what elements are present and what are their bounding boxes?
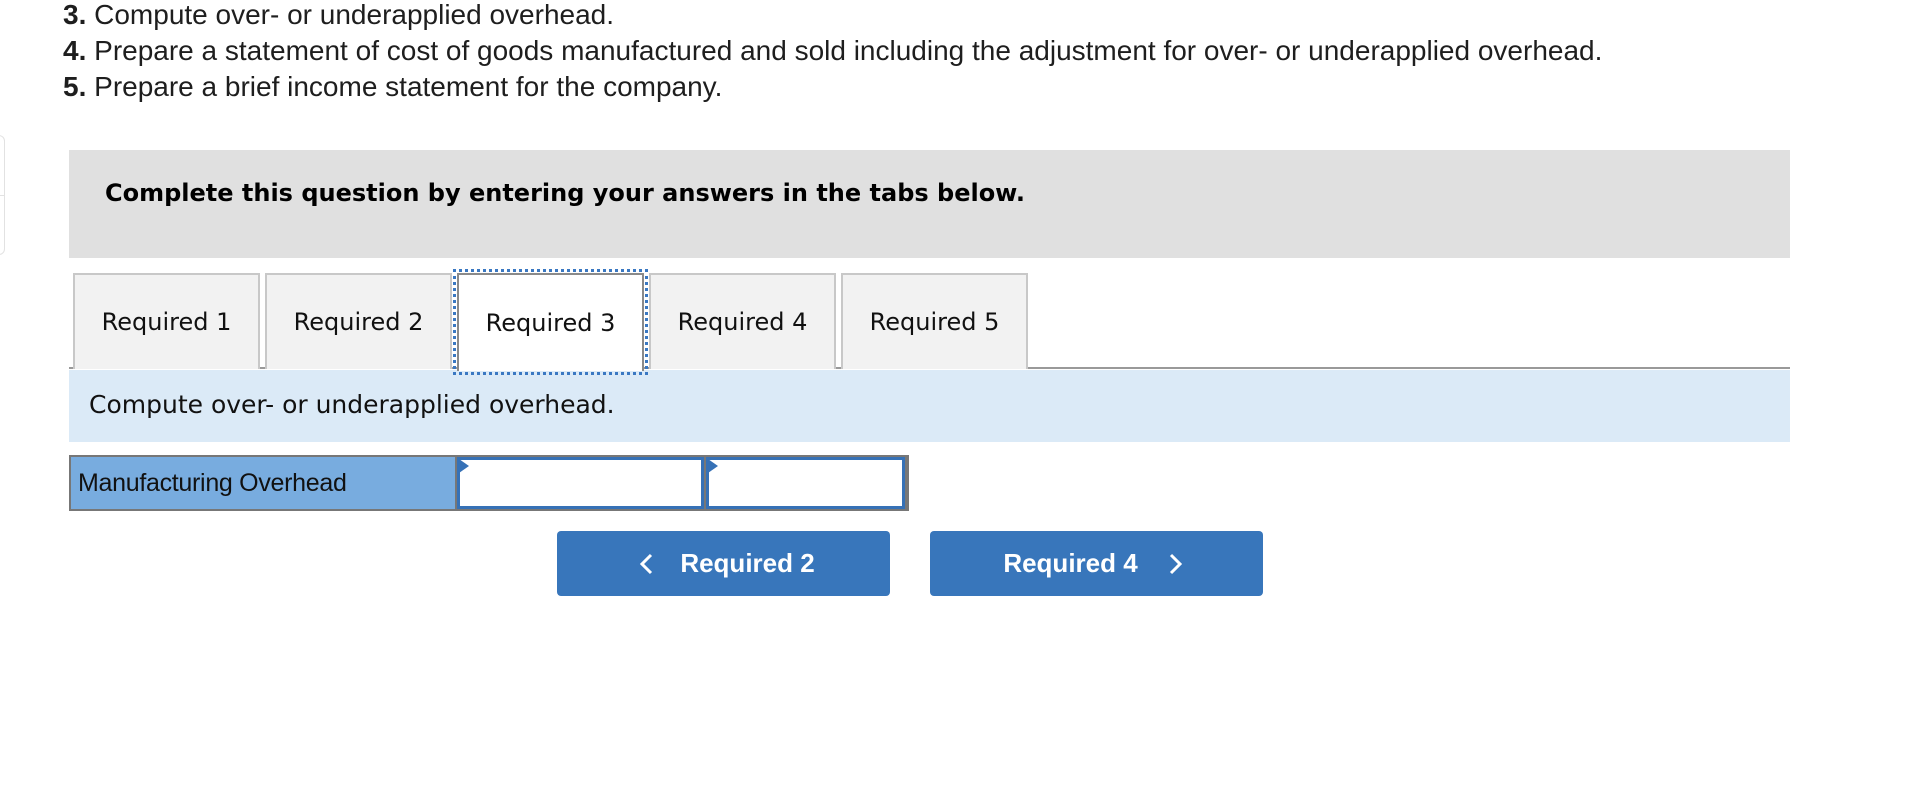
instruction-banner: Complete this question by entering your … (69, 150, 1790, 258)
answer-cell-1[interactable] (457, 457, 704, 509)
chevron-left-icon (632, 549, 662, 579)
tab-required-3[interactable]: Required 3 (453, 269, 648, 375)
side-panel-edge (0, 135, 5, 255)
input-flag-icon (459, 459, 469, 473)
instruction-item: 5. Prepare a brief income statement for … (63, 69, 1602, 105)
prev-required-button[interactable]: Required 2 (557, 531, 890, 596)
instruction-text: Compute over- or underapplied overhead. (94, 0, 615, 30)
instruction-number: 5. (63, 71, 87, 102)
chevron-right-icon (1160, 549, 1190, 579)
answer-cell-2[interactable] (706, 457, 905, 509)
instruction-text: Prepare a statement of cost of goods man… (94, 35, 1603, 66)
answer-input-2[interactable] (709, 460, 902, 506)
instruction-number: 3. (63, 0, 87, 30)
tab-required-2[interactable]: Required 2 (265, 273, 452, 369)
input-flag-icon (708, 459, 718, 473)
instruction-number: 4. (63, 35, 87, 66)
tab-required-4[interactable]: Required 4 (649, 273, 836, 369)
row-label: Manufacturing Overhead (71, 457, 455, 509)
banner-text: Complete this question by entering your … (105, 179, 1025, 207)
prompt-text: Compute over- or underapplied overhead. (89, 390, 615, 419)
instruction-text: Prepare a brief income statement for the… (94, 71, 723, 102)
required-tabs: Required 1 Required 2 Required 3 Require… (69, 269, 1790, 375)
question-prompt: Compute over- or underapplied overhead. (69, 370, 1790, 442)
prev-button-label: Required 2 (680, 548, 815, 578)
answer-input-1[interactable] (460, 460, 701, 506)
next-required-button[interactable]: Required 4 (930, 531, 1263, 596)
tab-required-5[interactable]: Required 5 (841, 273, 1028, 369)
instruction-item: 4. Prepare a statement of cost of goods … (63, 33, 1602, 69)
manufacturing-overhead-row: Manufacturing Overhead (69, 455, 909, 511)
instructions-list: 3. Compute over- or underapplied overhea… (63, 0, 1602, 105)
next-button-label: Required 4 (1003, 548, 1138, 578)
instruction-item: 3. Compute over- or underapplied overhea… (63, 0, 1602, 33)
tab-required-1[interactable]: Required 1 (73, 273, 260, 369)
